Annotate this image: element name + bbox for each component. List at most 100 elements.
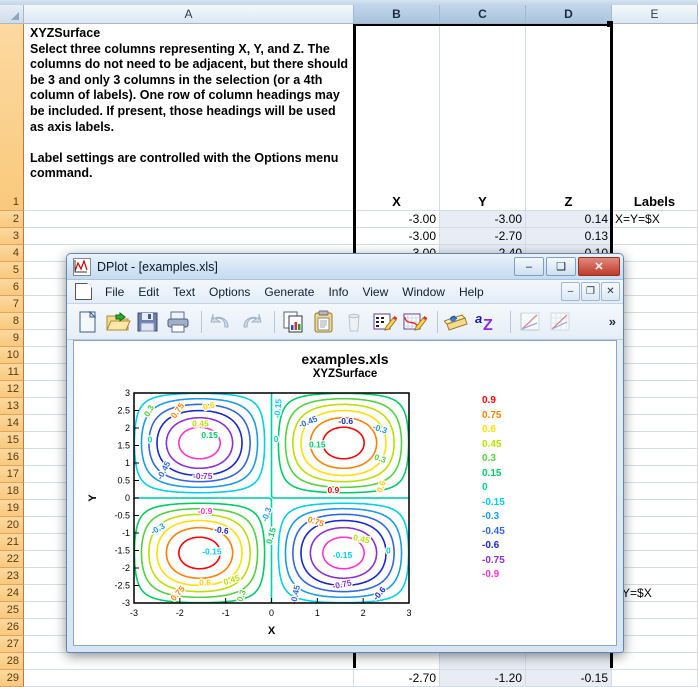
mdi-minimize-button[interactable]: – bbox=[561, 282, 580, 301]
row-header-21[interactable]: 21 bbox=[0, 534, 24, 551]
row-header-29[interactable]: 29 bbox=[0, 670, 24, 687]
cell-E20[interactable] bbox=[612, 517, 698, 534]
menu-item-options[interactable]: Options bbox=[202, 283, 257, 301]
cell-E19[interactable] bbox=[612, 500, 698, 517]
cell-E27[interactable] bbox=[612, 636, 698, 653]
select-all-corner[interactable] bbox=[0, 5, 24, 24]
table-row[interactable]: -3.00-3.000.14X=Y=$X bbox=[24, 211, 698, 228]
open-folder-icon[interactable] bbox=[105, 309, 131, 335]
column-header-d[interactable]: D bbox=[526, 5, 612, 24]
row-header-16[interactable]: 16 bbox=[0, 449, 24, 466]
row-header-23[interactable]: 23 bbox=[0, 568, 24, 585]
row-header-9[interactable]: 9 bbox=[0, 330, 24, 347]
cell-E25[interactable] bbox=[612, 602, 698, 619]
menu-item-file[interactable]: File bbox=[98, 283, 131, 301]
column-header-c[interactable]: C bbox=[440, 5, 526, 24]
cell-E16[interactable] bbox=[612, 449, 698, 466]
cell-E17[interactable] bbox=[612, 466, 698, 483]
cell-d1[interactable]: Z bbox=[526, 24, 612, 211]
cell-E9[interactable] bbox=[612, 330, 698, 347]
print-icon[interactable] bbox=[165, 309, 191, 335]
cell-D3[interactable]: 0.13 bbox=[526, 228, 612, 245]
cell-E28[interactable] bbox=[612, 653, 698, 670]
dplot-window[interactable]: DPlot - [examples.xls] – ❑ ✕ FileEditTex… bbox=[66, 253, 624, 653]
row-header-5[interactable]: 5 bbox=[0, 262, 24, 279]
cell-E29[interactable] bbox=[612, 670, 698, 687]
mdi-document-icon[interactable] bbox=[75, 283, 92, 300]
cell-E15[interactable] bbox=[612, 432, 698, 449]
cell-E5[interactable] bbox=[612, 262, 698, 279]
row-header-18[interactable]: 18 bbox=[0, 483, 24, 500]
contour-plot[interactable]: examples.xls XYZSurface 0.90.750.60.450.… bbox=[74, 341, 616, 645]
cell-E8[interactable] bbox=[612, 313, 698, 330]
row-header-11[interactable]: 11 bbox=[0, 364, 24, 381]
menu-item-info[interactable]: Info bbox=[321, 283, 355, 301]
menu-items[interactable]: FileEditTextOptionsGenerateInfoViewWindo… bbox=[98, 283, 491, 301]
table-row[interactable] bbox=[24, 653, 698, 670]
row-header-19[interactable]: 19 bbox=[0, 500, 24, 517]
row-header-20[interactable]: 20 bbox=[0, 517, 24, 534]
cell-b1[interactable]: X bbox=[354, 24, 440, 211]
row-header-15[interactable]: 15 bbox=[0, 432, 24, 449]
column-header-b[interactable]: B bbox=[354, 5, 440, 24]
mdi-close-button[interactable]: ✕ bbox=[601, 282, 620, 301]
cell-E6[interactable] bbox=[612, 279, 698, 296]
dplot-client-area[interactable]: examples.xls XYZSurface 0.90.750.60.450.… bbox=[73, 340, 617, 646]
menu-item-text[interactable]: Text bbox=[166, 283, 202, 301]
row-header-14[interactable]: 14 bbox=[0, 415, 24, 432]
cell-A2[interactable] bbox=[24, 211, 354, 228]
cell-E13[interactable] bbox=[612, 398, 698, 415]
row-header-1[interactable]: 1 bbox=[0, 24, 24, 211]
cell-B3[interactable]: -3.00 bbox=[354, 228, 440, 245]
cell-E14[interactable] bbox=[612, 415, 698, 432]
cell-E4[interactable] bbox=[612, 245, 698, 262]
cell-E22[interactable] bbox=[612, 551, 698, 568]
row-header-13[interactable]: 13 bbox=[0, 398, 24, 415]
window-close-button[interactable]: ✕ bbox=[578, 257, 620, 276]
cell-C29[interactable]: -1.20 bbox=[440, 670, 526, 687]
cell-A29[interactable] bbox=[24, 670, 354, 687]
window-controls[interactable]: – ❑ ✕ bbox=[512, 257, 620, 276]
cell-E11[interactable] bbox=[612, 364, 698, 381]
text-icon[interactable]: aZ bbox=[474, 309, 500, 335]
menu-item-generate[interactable]: Generate bbox=[257, 283, 321, 301]
table-row[interactable]: XYZSurfaceSelect three columns represent… bbox=[24, 24, 698, 211]
row-header-8[interactable]: 8 bbox=[0, 313, 24, 330]
window-minimize-button[interactable]: – bbox=[514, 257, 544, 276]
cell-C3[interactable]: -2.70 bbox=[440, 228, 526, 245]
row-header-26[interactable]: 26 bbox=[0, 619, 24, 636]
row-header-7[interactable]: 7 bbox=[0, 296, 24, 313]
row-header-10[interactable]: 10 bbox=[0, 347, 24, 364]
cell-E23[interactable] bbox=[612, 568, 698, 585]
toolbar-overflow-chevron[interactable]: » bbox=[609, 314, 616, 329]
cell-a1[interactable]: XYZSurfaceSelect three columns represent… bbox=[24, 24, 354, 211]
cell-D29[interactable]: -0.15 bbox=[526, 670, 612, 687]
menu-item-help[interactable]: Help bbox=[452, 283, 491, 301]
cell-D2[interactable]: 0.14 bbox=[526, 211, 612, 228]
cell-E10[interactable] bbox=[612, 347, 698, 364]
window-maximize-button[interactable]: ❑ bbox=[546, 257, 576, 276]
row-header-6[interactable]: 6 bbox=[0, 279, 24, 296]
cell-c1[interactable]: Y bbox=[440, 24, 526, 211]
cell-D28[interactable] bbox=[526, 653, 612, 670]
table-row[interactable]: -3.00-2.700.13 bbox=[24, 228, 698, 245]
cell-B29[interactable]: -2.70 bbox=[354, 670, 440, 687]
row-header-2[interactable]: 2 bbox=[0, 211, 24, 228]
row-header-27[interactable]: 27 bbox=[0, 636, 24, 653]
column-header-a[interactable]: A bbox=[24, 5, 354, 24]
dplot-title-bar[interactable]: DPlot - [examples.xls] – ❑ ✕ bbox=[67, 254, 623, 280]
row-header-25[interactable]: 25 bbox=[0, 602, 24, 619]
row-header-17[interactable]: 17 bbox=[0, 466, 24, 483]
save-disk-icon[interactable] bbox=[135, 309, 161, 335]
column-header-e[interactable]: E bbox=[612, 5, 698, 24]
row-header-3[interactable]: 3 bbox=[0, 228, 24, 245]
edit-curve-icon[interactable] bbox=[401, 309, 427, 335]
cell-E24[interactable]: =Y=$X bbox=[612, 585, 698, 602]
cell-C2[interactable]: -3.00 bbox=[440, 211, 526, 228]
cell-C28[interactable] bbox=[440, 653, 526, 670]
cell-E7[interactable] bbox=[612, 296, 698, 313]
table-row[interactable]: -2.70-1.20-0.15 bbox=[24, 670, 698, 687]
paste-clipboard-icon[interactable] bbox=[311, 309, 337, 335]
menu-item-view[interactable]: View bbox=[355, 283, 395, 301]
row-header-22[interactable]: 22 bbox=[0, 551, 24, 568]
